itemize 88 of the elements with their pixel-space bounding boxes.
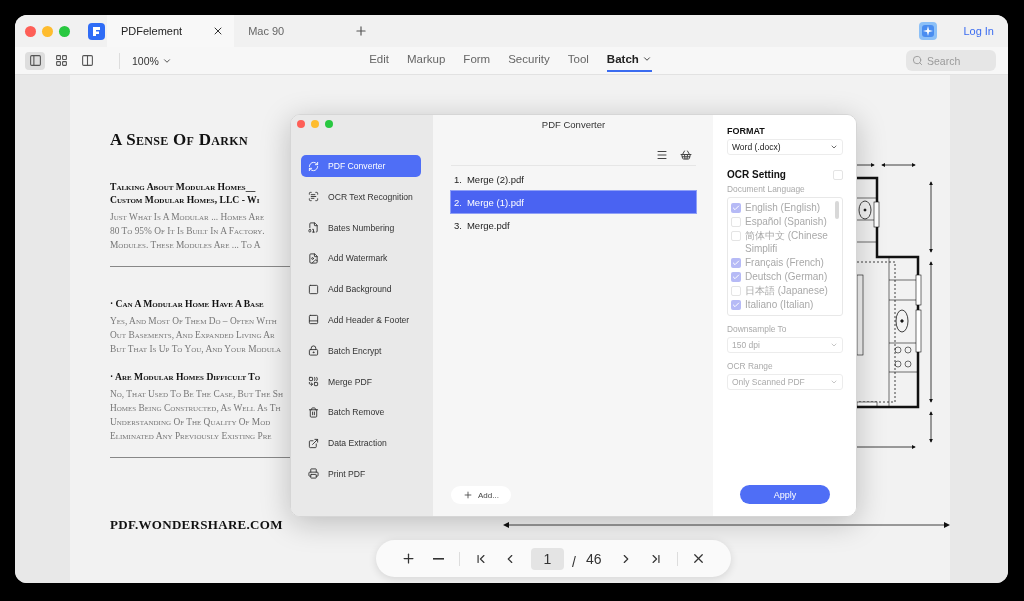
document-title: A Sense Of Darkn — [110, 130, 249, 150]
ocr-checkbox[interactable] — [833, 169, 843, 180]
app-icon — [88, 22, 105, 40]
language-label: Document Language — [727, 184, 806, 194]
window-control[interactable] — [59, 25, 70, 37]
sidebar-icon — [28, 54, 42, 67]
ocr-label: OCR Setting — [727, 169, 786, 180]
columns-icon — [80, 54, 94, 67]
tool-item[interactable]: Bates Numbering — [301, 216, 421, 239]
trash-icon — [308, 406, 319, 418]
page-total: 46 — [586, 550, 602, 567]
chevron-icon — [830, 378, 838, 386]
menu-tab[interactable]: Batch — [606, 49, 652, 72]
dimension-arrow — [929, 181, 933, 253]
tool-item[interactable]: Batch Remove — [301, 401, 421, 424]
tab[interactable]: PDFelement — [107, 15, 235, 47]
format-select[interactable]: Word (.docx) — [727, 139, 843, 155]
paragraph: Just What Is A Modular ... Homes Are 80 To 95% Of It Is Built In A Factory. Modules. These Modules Are ... To A — [110, 211, 266, 252]
menu-tab[interactable]: Edit — [369, 49, 389, 72]
view-button[interactable] — [25, 51, 45, 70]
grid-icon — [54, 54, 68, 67]
dimension-arrow — [881, 163, 916, 167]
window-control[interactable] — [25, 25, 36, 37]
page-separator: / — [572, 553, 576, 570]
combine-icon — [308, 376, 319, 388]
menu-icon[interactable] — [656, 149, 668, 161]
page-field[interactable]: 1 — [530, 547, 565, 570]
tab[interactable]: Mac 90 — [234, 15, 325, 47]
menu-tab[interactable]: Markup — [407, 49, 446, 72]
section-heading: · Can A Modular Home Have A Base — [110, 297, 265, 310]
language-option: Français (French) — [745, 256, 824, 269]
add-button[interactable]: Add... — [451, 486, 511, 504]
section-heading: · Are Modular Homes Difficult To — [110, 370, 262, 383]
tool-item[interactable]: Merge PDF — [301, 370, 421, 393]
paragraph: No, That Used To Be The Case, But The Sh Homes Being Constructed, As Well As Th Understanding Of The Quality Of Mod Eliminated Any Previously Existing Pre — [110, 388, 285, 443]
zoom-dropdown[interactable]: 100% — [119, 52, 172, 69]
tool-item[interactable]: Data Extraction — [301, 432, 421, 455]
section-heading: Talking About Modular Homes__ Custom Modular Homes, LLC - Wi — [110, 180, 261, 206]
tool-item[interactable]: Add Header & Footer — [301, 309, 421, 331]
chevron-icon — [830, 143, 838, 151]
new-tab-button[interactable] — [354, 24, 369, 38]
numbered-file-icon — [308, 222, 319, 234]
tool-item[interactable]: OCR Text Recognition — [301, 185, 421, 208]
search-icon — [912, 55, 923, 66]
paragraph: Yes, And Most Of Them Do – Often With Out Basements, And Expanded Living Ar But That Is Up To You, And Your Modula — [110, 315, 283, 356]
printer-icon — [308, 468, 319, 480]
language-option: Español (Spanish) — [745, 215, 827, 228]
menu-tab[interactable]: Form — [463, 49, 491, 72]
image-file-icon — [308, 252, 319, 264]
footer-text: PDF.WONDERSHARE.COM — [110, 517, 283, 533]
scan-text-icon — [308, 191, 319, 203]
panel-footer-icon — [308, 314, 319, 326]
menu-tab[interactable]: Security — [508, 49, 550, 72]
file-row[interactable]: 2. Merge (1).pdf — [451, 191, 696, 213]
chevron-icon — [830, 341, 838, 349]
plus-icon — [463, 490, 473, 500]
tool-item[interactable]: Batch Encrypt — [301, 339, 421, 362]
range-label: OCR Range — [727, 361, 774, 371]
chevron-icon — [641, 54, 652, 64]
tool-item[interactable]: Print PDF — [301, 462, 421, 485]
language-option: English (English) — [745, 201, 821, 214]
minus-icon — [432, 557, 444, 560]
downsample-label: Downsample To — [727, 324, 788, 334]
language-option: 简体中文 (Chinese Simplifi — [745, 229, 832, 255]
format-label: FORMAT — [727, 126, 766, 136]
dimension-arrow — [929, 411, 933, 443]
apply-button[interactable]: Apply — [740, 485, 830, 504]
refresh-icon — [308, 160, 319, 172]
login-link[interactable]: Log In — [963, 25, 994, 37]
sparkle-icon[interactable] — [919, 22, 938, 40]
file-row[interactable]: 1. Merge (2).pdf — [451, 168, 696, 190]
language-option: 日本語 (Japanese) — [745, 284, 828, 297]
language-option: Deutsch (German) — [745, 270, 828, 283]
dialog-title: PDF Converter — [540, 118, 607, 132]
file-row[interactable]: 3. Merge.pdf — [451, 214, 696, 236]
square-icon — [308, 283, 319, 295]
window-control[interactable] — [42, 25, 53, 37]
tool-item[interactable]: PDF Converter — [301, 155, 421, 177]
language-option: Italiano (Italian) — [745, 298, 814, 311]
plus-icon — [401, 551, 417, 566]
tool-item[interactable]: Add Background — [301, 278, 421, 301]
search-input[interactable]: Search — [927, 54, 987, 67]
menu-tab[interactable]: Tool — [567, 49, 589, 72]
tool-item[interactable]: Add Watermark — [301, 247, 421, 270]
search-field[interactable]: Search — [906, 50, 996, 71]
external-link-icon — [308, 437, 319, 449]
basket-icon[interactable] — [680, 149, 692, 161]
lock-icon — [308, 345, 319, 357]
